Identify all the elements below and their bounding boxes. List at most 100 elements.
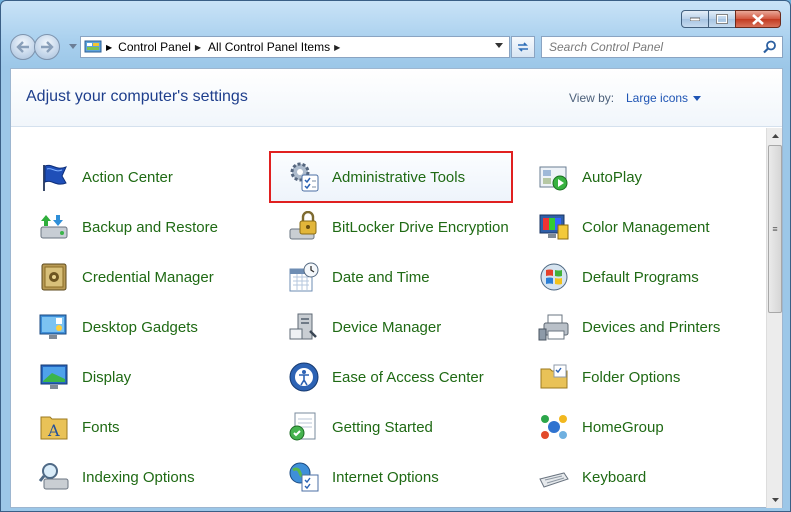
fonts-folder-icon: A: [36, 409, 72, 445]
forward-button[interactable]: [34, 34, 60, 60]
view-by-value: Large icons: [626, 91, 689, 105]
maximize-icon: [716, 14, 728, 24]
chevron-down-icon: [693, 95, 702, 101]
scrollbar-thumb[interactable]: ≡: [768, 145, 782, 313]
control-panel-item-homegroup[interactable]: HomeGroup: [521, 403, 761, 451]
clock-calendar-icon: [286, 259, 322, 295]
keyboard-icon: [536, 459, 572, 495]
search-box[interactable]: [541, 36, 783, 58]
address-bar[interactable]: ▶ Control Panel ▶ All Control Panel Item…: [80, 36, 510, 58]
control-panel-item-fonts[interactable]: A Fonts: [21, 403, 261, 451]
control-panel-item-default-programs[interactable]: Default Programs: [521, 253, 761, 301]
control-panel-item-getting-started[interactable]: Getting Started: [271, 403, 511, 451]
caption-buttons: [681, 10, 781, 28]
view-by-label: View by:: [569, 91, 615, 105]
color-monitor-icon: [536, 209, 572, 245]
control-panel-item-desktop-gadgets[interactable]: Desktop Gadgets: [21, 303, 261, 351]
breadcrumb-all-items[interactable]: All Control Panel Items ▶: [208, 40, 347, 54]
refresh-button[interactable]: [511, 36, 535, 58]
item-label: Devices and Printers: [582, 318, 721, 336]
recent-pages-dropdown[interactable]: [69, 44, 77, 49]
item-label: HomeGroup: [582, 418, 664, 436]
device-manager-icon: [286, 309, 322, 345]
control-panel-item-indexing-options[interactable]: Indexing Options: [21, 453, 261, 501]
view-by-dropdown[interactable]: Large icons: [626, 91, 702, 105]
item-label: Ease of Access Center: [332, 368, 484, 386]
item-label: Administrative Tools: [332, 168, 466, 186]
breadcrumb-control-panel[interactable]: Control Panel ▶: [118, 40, 208, 54]
item-label: BitLocker Drive Encryption: [332, 218, 509, 236]
breadcrumb-label: Control Panel: [118, 40, 191, 54]
control-panel-items: Action Center Administrative Tools AutoPla…: [11, 128, 767, 508]
scroll-up-arrow-icon: [771, 134, 779, 138]
gears-icon: [286, 159, 322, 195]
address-dropdown-icon[interactable]: [495, 43, 503, 48]
minimize-icon: [690, 17, 700, 21]
getting-started-icon: [286, 409, 322, 445]
search-input[interactable]: [549, 40, 759, 54]
control-panel-item-autoplay[interactable]: AutoPlay: [521, 153, 761, 201]
backup-icon: [36, 209, 72, 245]
item-label: Display: [82, 368, 132, 386]
item-label: Default Programs: [582, 268, 699, 286]
printer-icon: [536, 309, 572, 345]
item-label: Internet Options: [332, 468, 439, 486]
item-label: AutoPlay: [582, 168, 643, 186]
breadcrumb-root-arrow[interactable]: ▶: [106, 43, 112, 52]
flag-icon: [36, 159, 72, 195]
item-label: Action Center: [82, 168, 173, 186]
back-button[interactable]: [10, 34, 36, 60]
lock-drive-icon: [286, 209, 322, 245]
gadgets-monitor-icon: [36, 309, 72, 345]
control-panel-item-devices-and-printers[interactable]: Devices and Printers: [521, 303, 761, 351]
breadcrumb-arrow-icon[interactable]: ▶: [334, 43, 340, 52]
control-panel-item-keyboard[interactable]: Keyboard: [521, 453, 761, 501]
control-panel-item-administrative-tools[interactable]: Administrative Tools: [269, 151, 513, 203]
control-panel-item-backup-and-restore[interactable]: Backup and Restore: [21, 203, 261, 251]
maximize-button[interactable]: [709, 10, 735, 28]
control-panel-item-credential-manager[interactable]: Credential Manager: [21, 253, 261, 301]
control-panel-item-color-management[interactable]: Color Management: [521, 203, 761, 251]
minimize-button[interactable]: [681, 10, 709, 28]
item-label: Credential Manager: [82, 268, 214, 286]
control-panel-item-display[interactable]: Display: [21, 353, 261, 401]
breadcrumb-label: All Control Panel Items: [208, 40, 331, 54]
item-label: Color Management: [582, 218, 710, 236]
control-panel-item-action-center[interactable]: Action Center: [21, 153, 261, 201]
breadcrumb-arrow-icon[interactable]: ▶: [195, 43, 201, 52]
magnifier-drive-icon: [36, 459, 72, 495]
close-button[interactable]: [735, 10, 781, 28]
content-pane: Adjust your computer's settings View by:…: [10, 68, 783, 508]
control-panel-item-bitlocker-drive-encryption[interactable]: BitLocker Drive Encryption: [271, 203, 511, 251]
item-label: Desktop Gadgets: [82, 318, 198, 336]
folder-icon: [536, 359, 572, 395]
globe-check-icon: [286, 459, 322, 495]
windows-globe-icon: [536, 259, 572, 295]
item-label: Fonts: [82, 418, 120, 436]
vertical-scrollbar[interactable]: ≡: [766, 128, 782, 508]
control-panel-item-folder-options[interactable]: Folder Options: [521, 353, 761, 401]
item-label: Getting Started: [332, 418, 433, 436]
homegroup-icon: [536, 409, 572, 445]
control-panel-item-date-and-time[interactable]: Date and Time: [271, 253, 511, 301]
control-panel-item-ease-of-access-center[interactable]: Ease of Access Center: [271, 353, 511, 401]
page-title: Adjust your computer's settings: [26, 88, 248, 105]
close-icon: [752, 13, 764, 25]
search-icon[interactable]: [763, 40, 777, 54]
item-label: Keyboard: [582, 468, 647, 486]
item-label: Date and Time: [332, 268, 430, 286]
control-panel-item-internet-options[interactable]: Internet Options: [271, 453, 511, 501]
scroll-down-button[interactable]: [767, 492, 783, 508]
forward-arrow-icon: [41, 41, 54, 53]
ease-of-access-icon: [286, 359, 322, 395]
control-panel-window: ▶ Control Panel ▶ All Control Panel Item…: [0, 0, 791, 512]
back-arrow-icon: [16, 41, 29, 53]
item-label: Device Manager: [332, 318, 442, 336]
item-label: Backup and Restore: [82, 218, 218, 236]
control-panel-item-device-manager[interactable]: Device Manager: [271, 303, 511, 351]
scroll-up-button[interactable]: [767, 128, 783, 144]
refresh-icon: [518, 42, 528, 52]
vault-icon: [36, 259, 72, 295]
control-panel-icon: [84, 40, 102, 53]
item-label: Folder Options: [582, 368, 681, 386]
